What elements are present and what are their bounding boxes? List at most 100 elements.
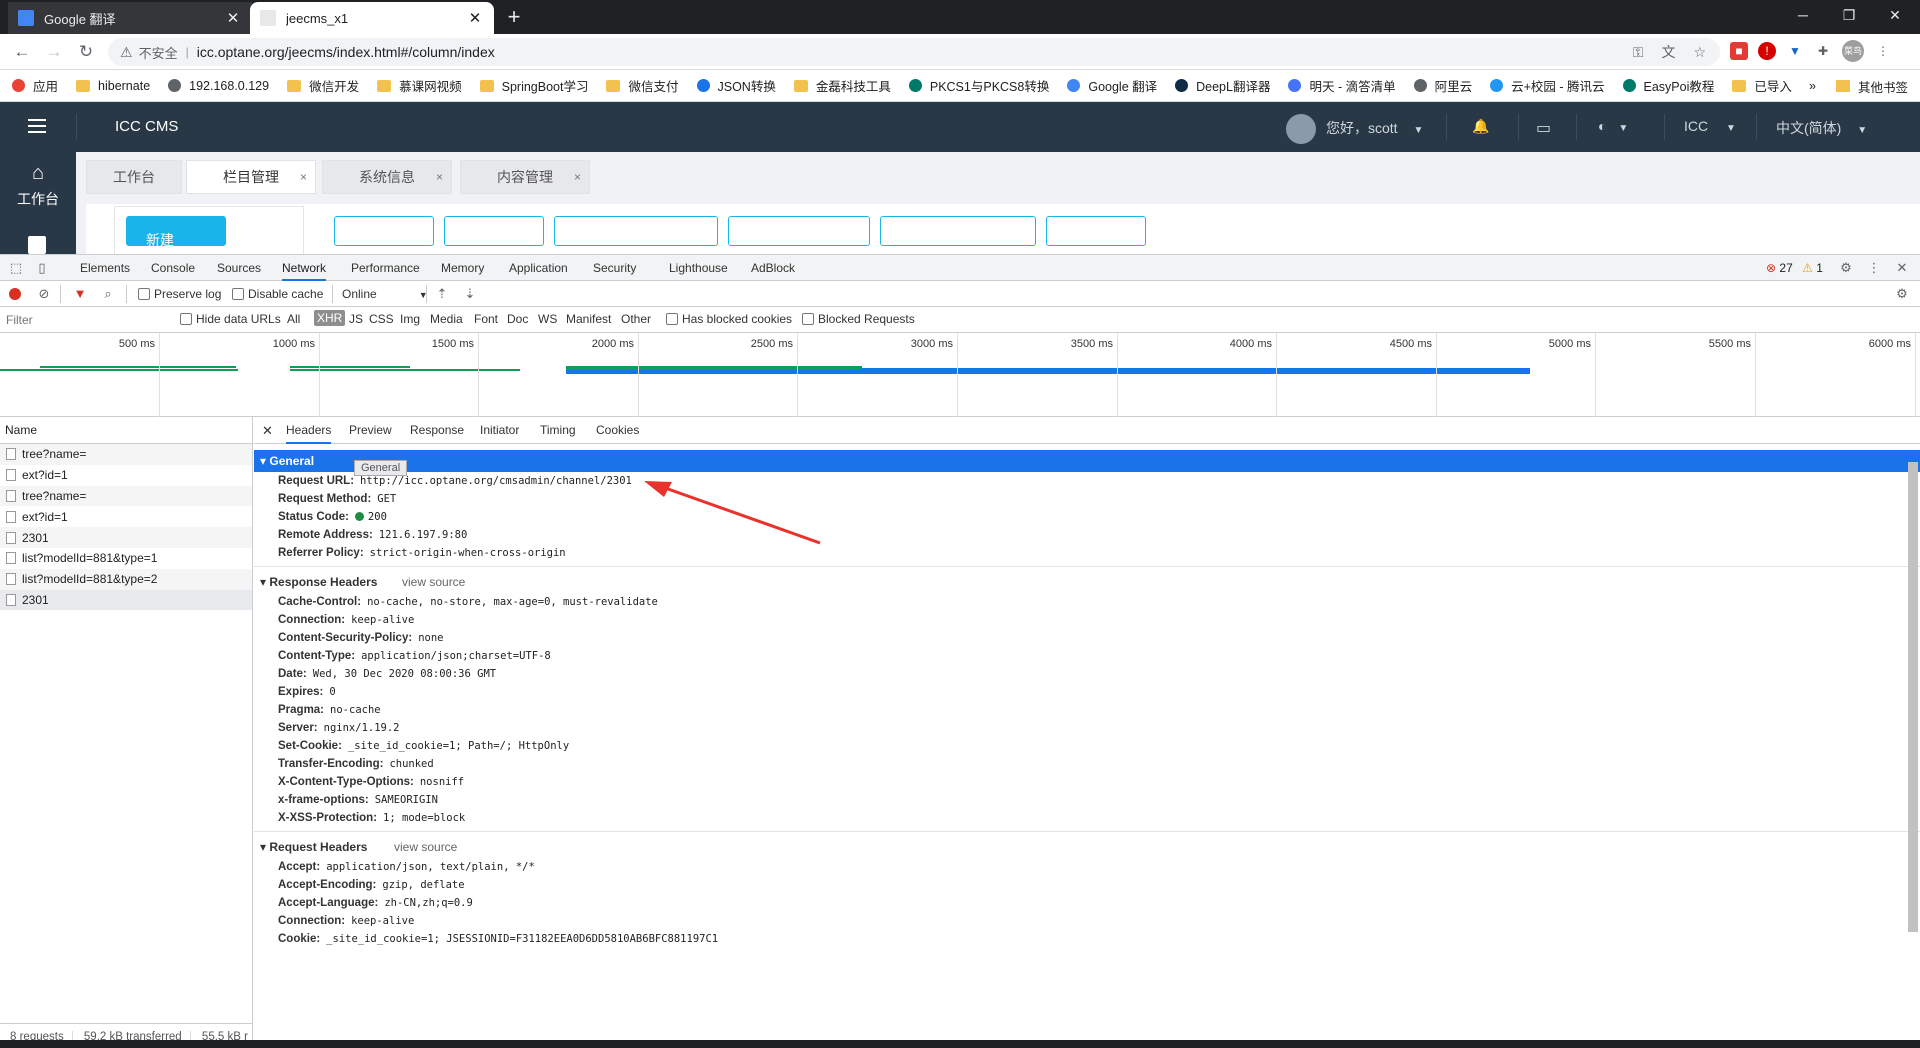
name-column-header[interactable]: Name [0,417,252,444]
bookmarks-overflow[interactable]: » 其他书签 [1809,70,1908,102]
toolbar-button[interactable] [334,216,434,246]
request-row[interactable]: list?modelId=881&type=1 [0,548,252,569]
import-har-icon[interactable]: ⇡ [434,286,450,302]
request-row[interactable]: 2301 [0,589,252,611]
devtools-tab-sources[interactable]: Sources [217,255,261,281]
detail-tab-cookies[interactable]: Cookies [596,417,639,444]
translate-page-icon[interactable]: 文 [1661,42,1675,62]
bookmark-item[interactable]: PKCS1与PKCS8转换 [908,76,1049,95]
browser-tab-google-translate[interactable]: Google 翻译 ✕ [8,2,252,34]
filter-icon[interactable]: ▼ [72,286,88,302]
blocked-requests-checkbox[interactable]: Blocked Requests [802,312,915,326]
disable-cache-checkbox[interactable]: Disable cache [232,287,323,301]
inspect-element-icon[interactable]: ⬚ [8,260,24,276]
minimize-icon[interactable]: ─ [1780,0,1826,30]
toolbar-button[interactable] [554,216,718,246]
new-tab-button[interactable]: + [500,4,528,30]
request-row[interactable]: ext?id=1 [0,506,252,527]
bookmark-item[interactable]: 应用 [12,76,58,95]
device-toolbar-icon[interactable]: ▯ [34,260,50,276]
filter-type-xhr[interactable]: XHR [314,310,346,326]
request-row[interactable]: tree?name= [0,444,252,465]
close-icon[interactable]: × [436,170,443,184]
record-icon[interactable] [9,288,21,300]
general-section-header[interactable]: ▾ General [254,450,1920,472]
back-icon[interactable]: ← [10,40,34,64]
browser-tab-jeecms[interactable]: jeecms_x1 ✕ [250,2,494,34]
close-icon[interactable]: × [300,170,307,184]
devtools-tab-network[interactable]: Network [282,255,327,281]
filter-input[interactable] [2,310,166,330]
devtools-tab-application[interactable]: Application [509,255,568,281]
restore-icon[interactable]: ❐ [1826,0,1872,30]
menu-kebab-icon[interactable]: ⋮ [1874,42,1892,60]
devtools-tab-elements[interactable]: Elements [80,255,130,281]
devtools-tab-memory[interactable]: Memory [441,255,484,281]
bookmark-item[interactable]: 金磊科技工具 [793,76,891,95]
request-row[interactable]: 2301 [0,527,252,548]
filter-type-all[interactable]: All [287,312,300,326]
issue-counter[interactable]: ⊗ 27 ⚠ 1 [1766,261,1823,275]
user-greeting[interactable]: 您好，scott ▼ [1326,118,1423,138]
filter-type-font[interactable]: Font [474,312,498,326]
hide-data-urls-checkbox[interactable]: Hide data URLs [180,312,281,326]
adblock-icon[interactable]: ! [1758,42,1776,60]
bookmark-item[interactable]: SpringBoot学习 [479,76,588,95]
bookmark-item[interactable]: 明天 - 滴答清单 [1288,76,1396,95]
devtools-tab-lighthouse[interactable]: Lighthouse [669,255,728,281]
close-detail-icon[interactable]: ✕ [262,417,273,444]
devtools-tab-console[interactable]: Console [151,255,195,281]
bookmark-item[interactable]: Google 翻译 [1067,76,1157,95]
detail-tab-response[interactable]: Response [410,417,464,444]
bookmark-item[interactable]: 192.168.0.129 [168,79,269,93]
bookmark-item[interactable]: DeepL翻译器 [1175,76,1270,95]
bell-icon[interactable]: 🔔 [1472,118,1489,135]
filter-type-img[interactable]: Img [400,312,420,326]
view-source-link[interactable]: view source [394,836,457,858]
bookmark-item[interactable]: hibernate [76,79,150,93]
clear-icon[interactable]: ⊘ [36,286,52,302]
forward-icon[interactable]: → [42,40,66,64]
reload-icon[interactable]: ↻ [74,40,98,64]
bookmark-star-icon[interactable]: ☆ [1693,44,1706,61]
profile-avatar-icon[interactable]: 菜鸟 [1842,40,1864,62]
toolbar-button[interactable] [880,216,1036,246]
preserve-log-checkbox[interactable]: Preserve log [138,287,221,301]
network-overview-timeline[interactable]: 500 ms 1000 ms 1500 ms 2000 ms 2500 ms 3000 m… [0,333,1920,417]
close-tab-icon[interactable]: ✕ [466,9,484,27]
cms-tab-content-management[interactable]: 内容管理 × [460,160,590,194]
filter-type-css[interactable]: CSS [369,312,394,326]
vue-devtools-icon[interactable]: ▼ [1786,42,1804,60]
export-har-icon[interactable]: ⇣ [462,286,478,302]
window-close-icon[interactable]: ✕ [1872,0,1918,30]
sidebar-item-workbench[interactable]: ⌂ 工作台 [0,162,76,209]
extension-red-icon[interactable]: ■ [1730,42,1748,60]
filter-type-manifest[interactable]: Manifest [566,312,611,326]
request-row[interactable]: tree?name= [0,485,252,507]
view-source-link[interactable]: view source [402,571,465,593]
key-icon[interactable]: ⚿ [1633,44,1644,61]
request-row[interactable]: list?modelId=881&type=2 [0,568,252,590]
filter-type-media[interactable]: Media [430,312,463,326]
document-icon[interactable] [28,236,46,254]
monitor-icon[interactable]: ▭ [1536,118,1551,138]
bookmark-item[interactable]: JSON转换 [696,76,776,95]
address-bar[interactable]: ⚠ 不安全 | icc.optane.org/jeecms/index.html… [108,38,1720,66]
devtools-tab-performance[interactable]: Performance [351,255,420,281]
filter-type-ws[interactable]: WS [538,312,557,326]
devtools-tab-security[interactable]: Security [593,255,636,281]
language-switcher[interactable]: 中文(简体) ▼ [1776,118,1867,138]
close-devtools-icon[interactable]: ✕ [1894,260,1910,276]
filter-type-doc[interactable]: Doc [507,312,528,326]
response-headers-section-header[interactable]: ▾ Response Headers view source [254,571,1920,593]
bookmark-item[interactable]: 云+校园 - 腾讯云 [1490,76,1605,95]
new-button[interactable]: 新建 [126,216,226,246]
devtools-tab-adblock[interactable]: AdBlock [751,255,795,281]
site-switcher[interactable]: ICC ▼ [1684,118,1736,134]
filter-type-js[interactable]: JS [349,312,363,326]
search-icon[interactable]: ⌕ [100,286,116,302]
menu-toggle-icon[interactable] [28,119,46,135]
settings-gear-icon[interactable]: ⚙ [1838,260,1854,276]
bookmark-item[interactable]: 阿里云 [1413,76,1472,95]
more-bookmarks-icon[interactable]: » [1809,79,1816,93]
